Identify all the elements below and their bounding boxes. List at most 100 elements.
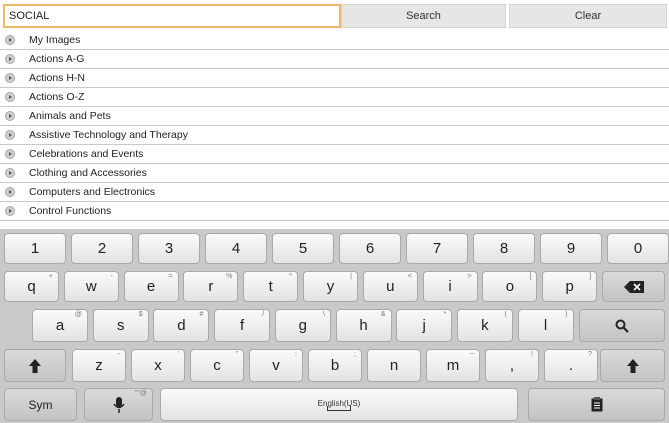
number-key[interactable]: 8 [473,233,535,264]
key-label: g [298,317,307,334]
key-hint: % [226,273,233,280]
letter-key[interactable]: -z [72,349,126,382]
clear-button[interactable]: Clear [509,4,667,28]
key-label: o [505,278,515,295]
letter-key[interactable]: [o [482,271,538,302]
key-hint: - [110,273,113,280]
key-label: f [240,317,245,334]
list-item[interactable]: Actions O-Z [0,88,669,107]
key-label: e [146,278,156,295]
letter-key[interactable]: | y [303,271,358,302]
list-item[interactable]: Clothing and Accessories [0,164,669,183]
key-label: 7 [432,240,442,257]
letter-key[interactable]: ~ m [426,349,480,382]
list-item[interactable]: Animals and Pets [0,107,669,126]
key-label: v [272,357,280,374]
backspace-icon [623,280,644,293]
key-label: i [448,278,452,295]
shift-key-right[interactable] [600,349,665,382]
list-item[interactable]: Celebrations and Events [0,145,669,164]
number-key[interactable]: 0 [607,233,669,264]
category-list: My Images Actions A-G Actions H-N Actions O… [0,31,669,229]
letter-key[interactable]: " c [190,349,244,382]
letter-key[interactable]: ) l [517,309,574,342]
number-key[interactable]: 9 [540,233,602,264]
letter-key[interactable]: @ a [32,309,88,342]
number-key[interactable]: 5 [272,233,334,264]
list-item[interactable]: My Images [0,31,669,50]
key-hint: " [235,351,239,358]
number-key[interactable]: 2 [71,233,133,264]
expand-arrow-icon [5,187,15,197]
search-key[interactable] [579,309,665,342]
number-key[interactable]: 7 [406,233,468,264]
list-item-partial [0,221,669,229]
search-input[interactable] [3,4,341,28]
letter-key[interactable]: ] p [542,271,598,302]
microphone-key[interactable]: ""@ [84,388,153,421]
number-key[interactable]: 3 [138,233,200,264]
key-label: y [326,278,335,295]
list-item-label: Animals and Pets [29,110,111,122]
key-hint: = [168,273,173,280]
letter-key[interactable]: = e [123,271,179,302]
sym-key[interactable]: Sym [4,388,77,421]
key-label: a [55,317,65,334]
number-key[interactable]: 6 [339,233,401,264]
key-label: r [208,278,214,295]
key-hint: < [407,273,412,280]
clipboard-key[interactable] [528,388,665,421]
clipboard-icon [591,397,603,412]
letter-key[interactable]: ; b [308,349,362,382]
number-key[interactable]: 1 [4,233,66,264]
list-item[interactable]: Actions H-N [0,69,669,88]
key-label: . [568,357,574,374]
key-hint: ( [504,311,507,318]
letter-key[interactable]: + q [4,271,59,302]
shift-icon [626,358,639,373]
key-hint: @ [74,311,82,318]
list-item-label: Clothing and Accessories [29,167,147,179]
number-key[interactable]: 4 [205,233,267,264]
search-bar: Search Clear [0,0,669,30]
expand-arrow-icon [5,149,15,159]
space-icon [327,406,351,411]
key-hint: * [443,311,447,318]
list-item[interactable]: Assistive Technology and Therapy [0,126,669,145]
letter-key[interactable]: & h [335,309,392,342]
letter-key[interactable]: ^ t [243,271,299,302]
list-item[interactable]: Computers and Electronics [0,183,669,202]
shift-key-left[interactable] [4,349,66,382]
letter-key[interactable]: ?. [544,349,598,382]
key-label: u [386,278,395,295]
key-hint: \ [322,311,325,318]
key-label: n [389,357,399,374]
letter-key[interactable]: % r [183,271,239,302]
key-label: l [543,317,548,334]
letter-key[interactable]: ' x [131,349,185,382]
key-label: c [213,357,221,374]
key-hint: ] [589,273,592,280]
search-button[interactable]: Search [341,4,506,28]
letter-key[interactable]: :v [249,349,303,382]
space-key[interactable]: English(US) [160,388,518,421]
letter-key[interactable]: n [367,349,421,382]
letter-key[interactable]: \ g [274,309,331,342]
letter-key[interactable]: / f [214,309,271,342]
expand-arrow-icon [5,168,15,178]
letter-key[interactable]: $ s [92,309,149,342]
letter-key[interactable]: -w [63,271,119,302]
backspace-key[interactable] [602,271,665,302]
expand-arrow-icon [5,35,15,45]
key-label: m [446,357,460,374]
letter-key[interactable]: !, [485,349,539,382]
letter-key[interactable]: (k [456,309,513,342]
list-item[interactable]: Actions A-G [0,50,669,69]
letter-key[interactable]: > i [422,271,478,302]
letter-key[interactable]: # d [153,309,210,342]
search-icon [615,319,629,333]
letter-key[interactable]: * j [396,309,453,342]
list-item-label: Control Functions [29,205,112,217]
list-item[interactable]: Control Functions [0,202,669,221]
letter-key[interactable]: < u [362,271,418,302]
